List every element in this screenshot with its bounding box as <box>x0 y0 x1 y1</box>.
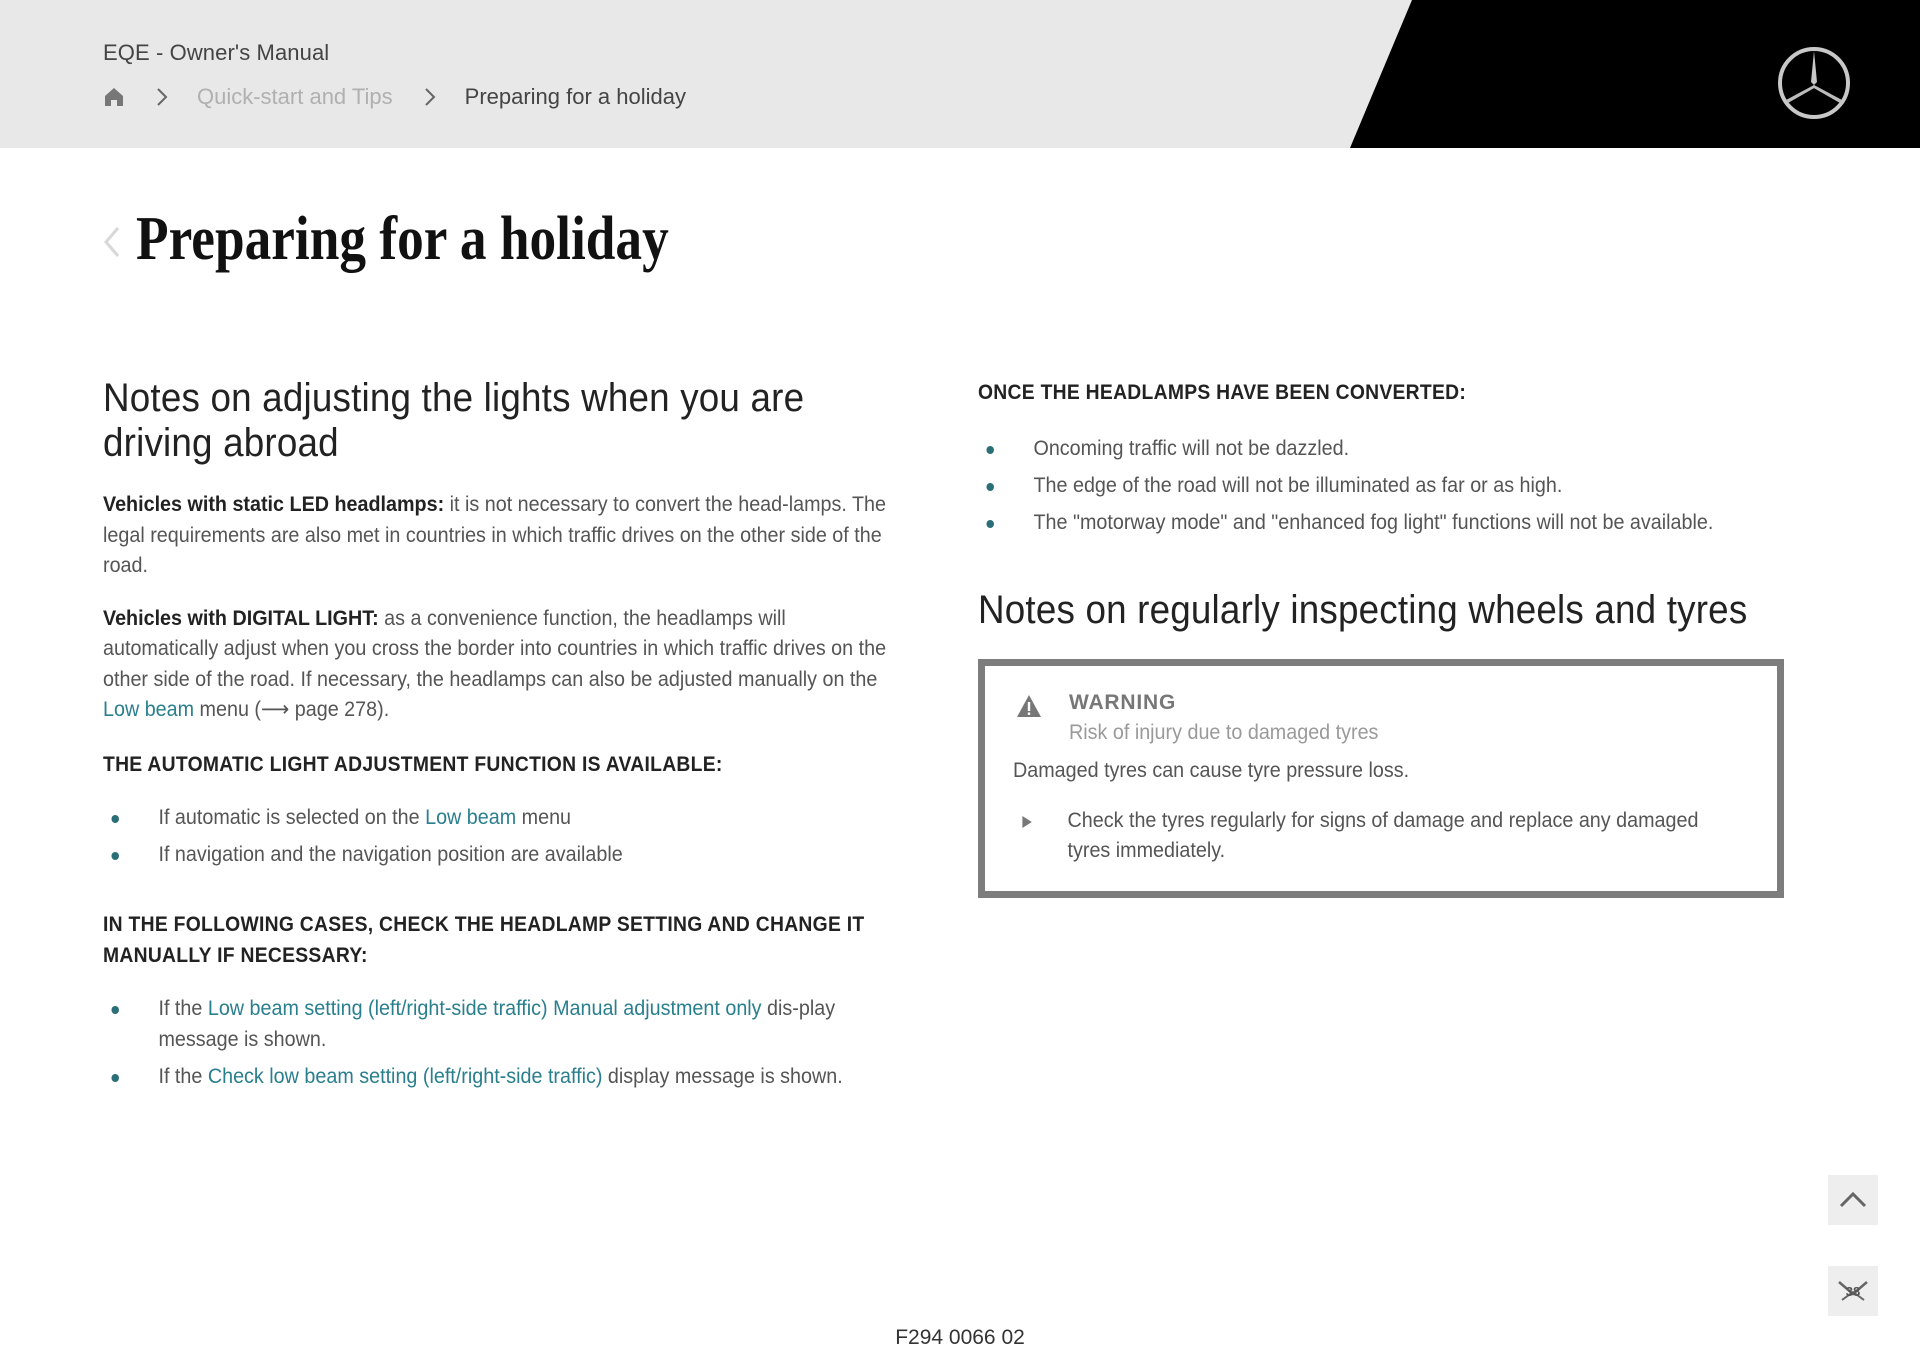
page-badge-number: 38 <box>1845 1283 1861 1299</box>
paragraph-digital-light: Vehicles with DIGITAL LIGHT: as a conven… <box>103 604 902 726</box>
section-title-lights-abroad: Notes on adjusting the lights when you a… <box>103 376 805 465</box>
warning-action-step: Check the tyres regularly for signs of d… <box>1013 806 1709 867</box>
chevron-up-icon <box>1839 1191 1867 1208</box>
subheading-check-headlamp: IN THE FOLLOWING CASES, CHECK THE HEADLA… <box>103 913 865 967</box>
bullet-icon <box>111 852 119 860</box>
list-item-text: If navigation and the navigation positio… <box>158 843 623 866</box>
list-item: The edge of the road will not be illumin… <box>978 470 1777 501</box>
breadcrumb: Quick-start and Tips Preparing for a hol… <box>103 82 686 112</box>
right-column: ONCE THE HEADLAMPS HAVE BEEN CONVERTED: … <box>978 378 1784 898</box>
list-item: If navigation and the navigation positio… <box>103 839 902 870</box>
paragraph-text: menu (⟶ page 278). <box>194 698 390 721</box>
bullet-icon <box>111 815 119 823</box>
list-item: If automatic is selected on the Low beam… <box>103 802 902 833</box>
warning-text: Damaged tyres can cause tyre pressure lo… <box>1013 758 1410 782</box>
home-icon[interactable] <box>103 86 125 108</box>
chevron-right-icon <box>157 88 168 106</box>
link-low-beam[interactable]: Low beam <box>103 698 194 721</box>
warning-box: WARNING Risk of injury due to damaged ty… <box>978 658 1784 898</box>
list-item-text: If automatic is selected on the <box>158 806 426 829</box>
list-item-text: display message is shown. <box>602 1065 843 1088</box>
list-item: If the Low beam setting (left/right-side… <box>103 993 902 1055</box>
bullet-icon <box>986 519 994 528</box>
scroll-to-top-button[interactable] <box>1828 1175 1878 1225</box>
bullet-icon <box>986 445 994 454</box>
bullet-icon <box>111 1074 119 1082</box>
bullet-list-check-headlamp: If the Low beam setting (left/right-side… <box>103 993 903 1092</box>
warning-triangle-icon <box>1017 694 1041 717</box>
list-item: Oncoming traffic will not be dazzled. <box>978 433 1777 464</box>
list-item-text: The edge of the road will not be illumin… <box>1033 473 1563 497</box>
list-item-text: The "motorway mode" and "enhanced fog li… <box>1033 510 1714 534</box>
header-bar: EQE - Owner's Manual Quick-start and Tip… <box>0 0 1920 148</box>
chevron-right-icon <box>424 88 436 106</box>
list-item-text: If the <box>158 997 208 1020</box>
bullet-list-converted: Oncoming traffic will not be dazzled. Th… <box>978 433 1784 538</box>
subheading-auto-adjust: THE AUTOMATIC LIGHT ADJUSTMENT FUNCTION … <box>103 752 723 776</box>
figure-code: F294 0066 02 <box>895 1326 1025 1349</box>
warning-header: WARNING Risk of injury due to damaged ty… <box>1013 688 1749 748</box>
page-title: Preparing for a holiday <box>136 205 669 273</box>
warning-title: WARNING <box>1069 690 1177 714</box>
list-item-text: menu <box>516 806 572 829</box>
list-item-text: If the <box>158 1065 208 1088</box>
play-triangle-icon <box>1022 815 1032 828</box>
bullet-list-auto-adjust: If automatic is selected on the Low beam… <box>103 802 903 870</box>
paragraph-bold-lead: Vehicles with static LED headlamps: <box>103 493 445 516</box>
warning-subtitle: Risk of injury due to damaged tyres <box>1069 720 1379 744</box>
breadcrumb-item-quick-start[interactable]: Quick-start and Tips <box>197 84 393 110</box>
list-item: The "motorway mode" and "enhanced fog li… <box>978 507 1777 538</box>
app-title: EQE - Owner's Manual <box>103 40 330 65</box>
link-low-beam[interactable]: Low beam <box>425 806 516 829</box>
warning-step-text: Check the tyres regularly for signs of d… <box>1067 808 1699 863</box>
subheading-headlamps-converted: ONCE THE HEADLAMPS HAVE BEEN CONVERTED: <box>978 381 1467 404</box>
chevron-left-icon[interactable] <box>100 222 124 262</box>
section-title-wheels-tyres: Notes on regularly inspecting wheels and… <box>978 587 1748 632</box>
page-badge-button[interactable]: 38 <box>1828 1266 1878 1316</box>
left-column: Notes on adjusting the lights when you a… <box>103 376 903 1098</box>
link-low-beam-setting-message[interactable]: Low beam setting (left/right-side traffi… <box>208 997 762 1020</box>
link-check-low-beam-message[interactable]: Check low beam setting (left/right-side … <box>208 1065 603 1088</box>
mercedes-star-logo[interactable] <box>1776 45 1852 121</box>
paragraph-bold-lead: Vehicles with DIGITAL LIGHT: <box>103 606 379 630</box>
bullet-icon <box>986 482 994 491</box>
list-item-text: Oncoming traffic will not be dazzled. <box>1033 436 1350 460</box>
bullet-icon <box>111 1006 119 1014</box>
list-item: If the Check low beam setting (left/righ… <box>103 1061 902 1092</box>
breadcrumb-item-current: Preparing for a holiday <box>464 84 686 109</box>
paragraph-static-led: Vehicles with static LED headlamps: it i… <box>103 490 902 582</box>
